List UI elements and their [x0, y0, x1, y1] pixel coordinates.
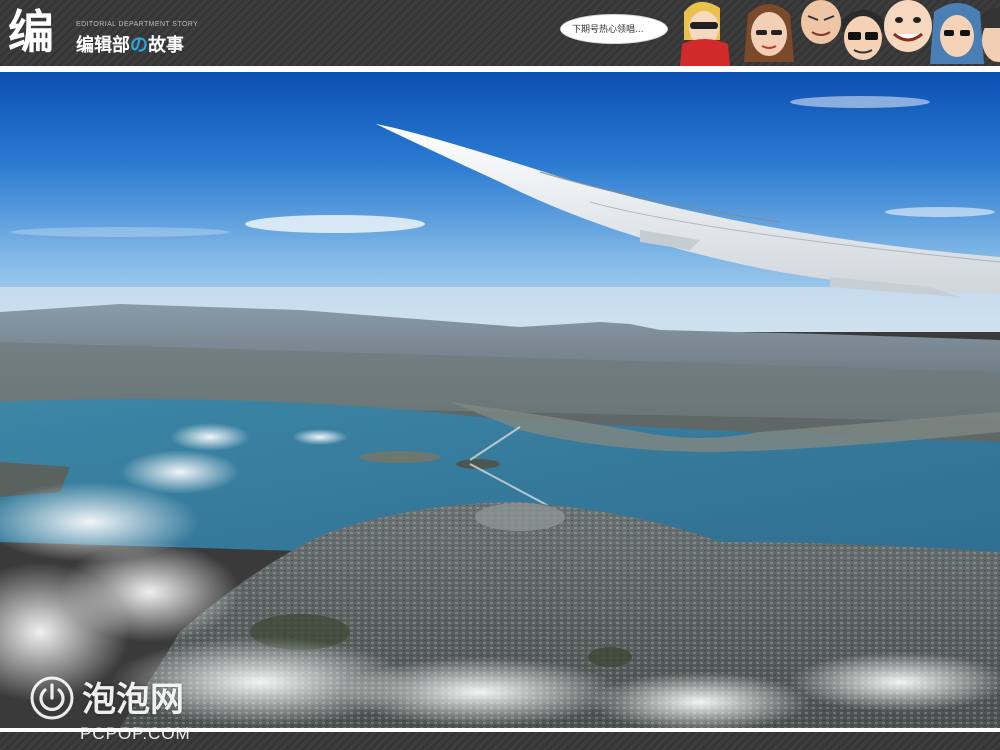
character-2-icon	[744, 4, 794, 62]
character-7-icon	[982, 8, 1000, 62]
character-5-icon	[884, 0, 932, 52]
header-bar: 编 EDITORIAL DEPARTMENT STORY 编辑部の故事 下期号热…	[0, 0, 1000, 66]
character-1-icon	[680, 1, 730, 66]
logo-title-highlight: の	[130, 35, 148, 56]
logo-title: 编辑部の故事	[76, 31, 184, 57]
logo-mark: 编	[8, 5, 54, 59]
logo-subtitle: EDITORIAL DEPARTMENT STORY	[76, 21, 199, 28]
logo-title-a: 编辑部	[76, 35, 130, 56]
logo-title-b: 故事	[148, 35, 184, 56]
character-3-icon	[801, 0, 841, 44]
aerial-photo	[0, 72, 1000, 728]
character-6-icon	[930, 3, 984, 64]
speech-bubble-text: 下期号热心领唱...	[572, 25, 644, 35]
watermark-name-cn: 泡泡网	[82, 680, 184, 720]
watermark-name-en: PCPOP.COM	[80, 724, 191, 743]
power-icon	[30, 676, 74, 720]
character-4-icon	[842, 10, 884, 60]
cartoon-cast	[676, 0, 1000, 66]
